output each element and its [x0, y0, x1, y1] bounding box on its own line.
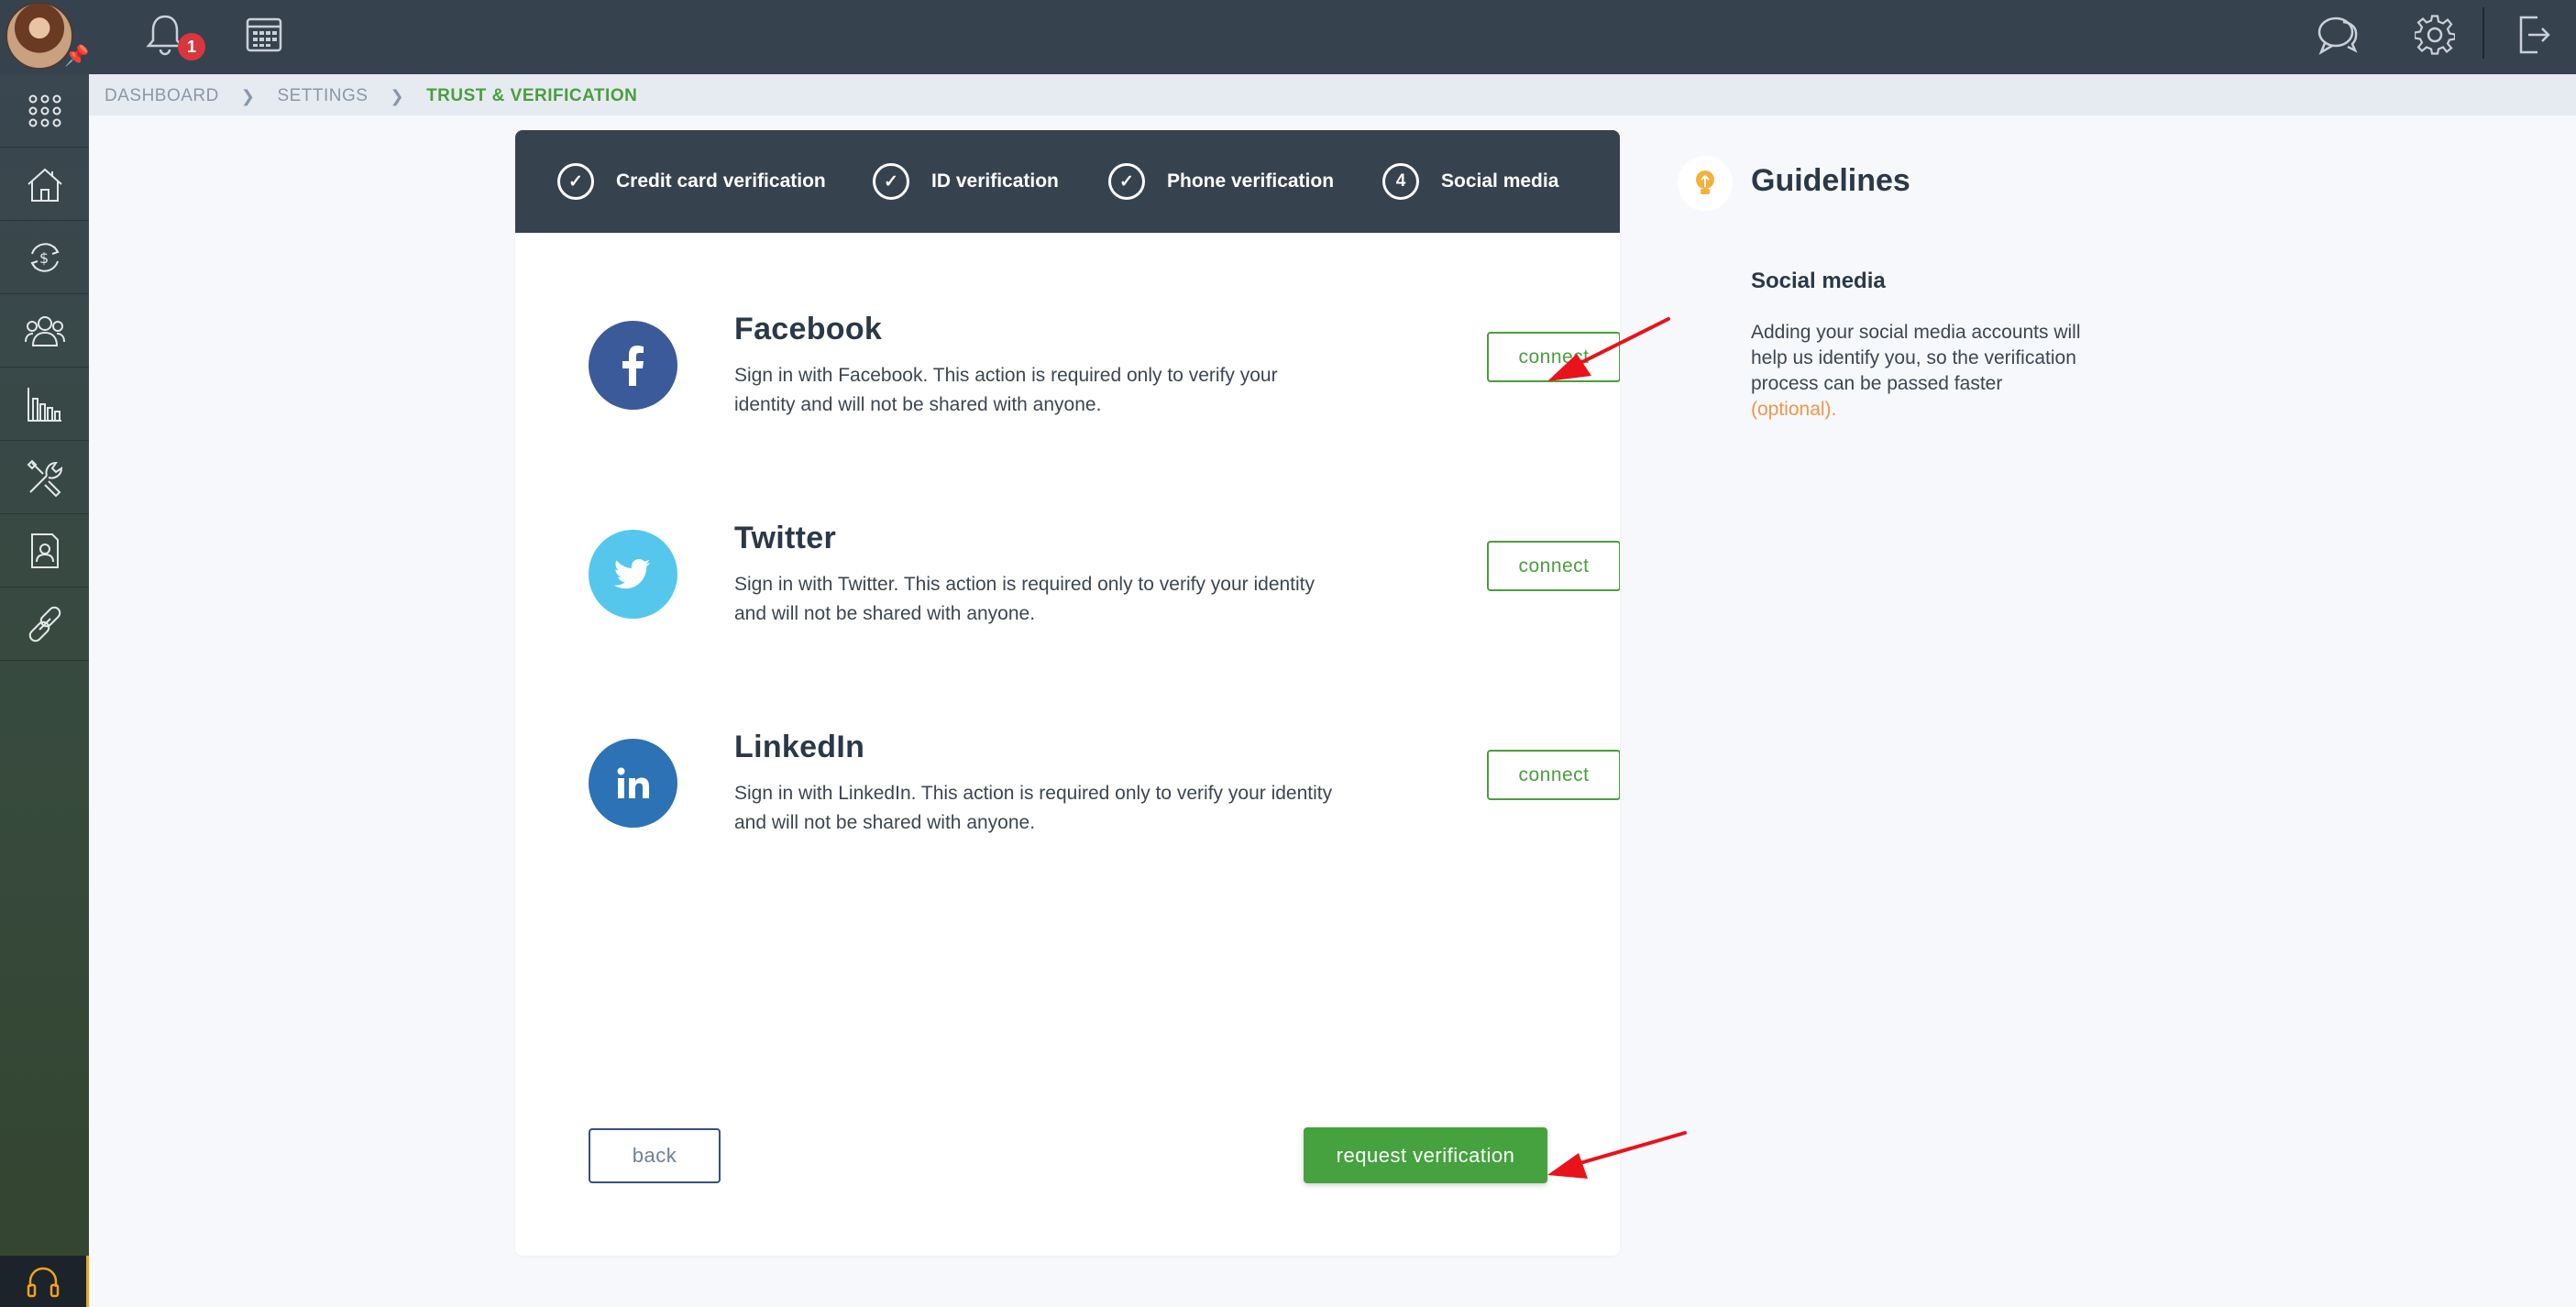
step-phone[interactable]: ✓ Phone verification [1108, 163, 1334, 200]
users-icon[interactable] [0, 294, 89, 368]
check-icon: ✓ [557, 163, 594, 200]
headset-icon[interactable] [0, 1256, 89, 1307]
step-label: Social media [1441, 170, 1559, 192]
link-icon[interactable] [0, 588, 89, 661]
guidelines-text: Adding your social media accounts will h… [1751, 320, 2081, 423]
step-label: Phone verification [1167, 170, 1335, 192]
top-bar: 📌 1 [0, 0, 2576, 74]
social-item-linkedin: LinkedIn Sign in with LinkedIn. This act… [589, 730, 1620, 858]
step-label: Credit card verification [616, 170, 826, 192]
social-item-facebook: Facebook Sign in with Facebook. This act… [589, 312, 1620, 440]
social-description: Sign in with LinkedIn. This action is re… [734, 783, 1333, 833]
step-label: ID verification [931, 170, 1059, 192]
sidebar: $ [0, 74, 89, 1307]
annotation-arrow-icon [1547, 1131, 1687, 1179]
tools-icon[interactable] [0, 441, 89, 514]
step-credit-card[interactable]: ✓ Credit card verification [557, 163, 826, 200]
twitter-icon [589, 530, 677, 619]
breadcrumb-settings[interactable]: SETTINGS [277, 86, 368, 106]
guidelines-subtitle: Social media [1751, 269, 1886, 293]
topbar-divider [2482, 7, 2484, 59]
user-avatar[interactable] [6, 2, 73, 70]
check-icon: ✓ [1108, 163, 1145, 200]
chevron-right-icon: ❯ [240, 86, 256, 105]
social-title: LinkedIn [734, 730, 865, 764]
steps-bar: ✓ Credit card verification ✓ ID verifica… [515, 130, 1620, 233]
facebook-icon [589, 321, 677, 410]
logout-icon[interactable] [2506, 7, 2561, 62]
svg-text:$: $ [39, 249, 49, 267]
social-description: Sign in with Facebook. This action is re… [734, 365, 1278, 415]
breadcrumb: DASHBOARD ❯ SETTINGS ❯ TRUST & VERIFICAT… [105, 86, 637, 106]
reports-icon[interactable] [0, 368, 89, 441]
breadcrumb-dashboard[interactable]: DASHBOARD [105, 86, 219, 106]
social-title: Twitter [734, 521, 837, 555]
social-title: Facebook [734, 312, 883, 346]
gear-icon[interactable] [2407, 7, 2462, 62]
request-verification-button[interactable]: request verification [1304, 1127, 1547, 1183]
guidelines-body: Adding your social media accounts will h… [1751, 322, 2081, 394]
linkedin-icon [589, 739, 677, 828]
notification-badge: 1 [178, 33, 205, 60]
chevron-right-icon: ❯ [390, 86, 405, 105]
verification-card: ✓ Credit card verification ✓ ID verifica… [515, 130, 1620, 1256]
guidelines-title: Guidelines [1751, 163, 1910, 198]
chat-icon[interactable] [2310, 7, 2365, 62]
back-button[interactable]: back [589, 1128, 721, 1183]
property-icon[interactable] [0, 148, 89, 221]
guidelines-optional: (optional). [1751, 399, 1837, 420]
money-exchange-icon[interactable]: $ [0, 221, 89, 294]
connect-twitter-button[interactable]: connect [1487, 541, 1620, 591]
step-social-media[interactable]: 4 Social media [1382, 163, 1558, 200]
breadcrumb-trust-verification: TRUST & VERIFICATION [426, 86, 638, 105]
lightbulb-icon [1678, 156, 1733, 211]
social-item-twitter: Twitter Sign in with Twitter. This actio… [589, 521, 1620, 649]
annotation-arrow-icon [1547, 317, 1670, 381]
step-number: 4 [1382, 163, 1419, 200]
step-id[interactable]: ✓ ID verification [873, 163, 1059, 200]
social-description: Sign in with Twitter. This action is req… [734, 574, 1316, 624]
apps-grid-icon[interactable] [0, 74, 89, 148]
check-icon: ✓ [873, 163, 909, 200]
pin-icon[interactable]: 📌 [64, 44, 89, 68]
calendar-icon[interactable] [237, 7, 292, 62]
contact-card-icon[interactable] [0, 514, 89, 588]
connect-linkedin-button[interactable]: connect [1487, 750, 1620, 800]
